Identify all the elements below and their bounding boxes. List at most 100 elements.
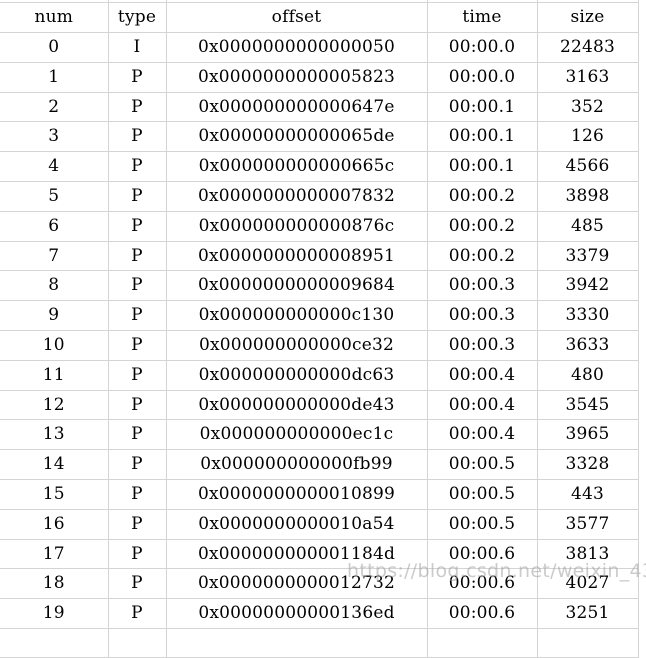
table-row: 12 P 0x000000000000de43 00:00.4 3545: [0, 390, 639, 421]
cell-num: 1: [0, 62, 109, 93]
table-row: 8 P 0x0000000000009684 00:00.3 3942: [0, 270, 639, 302]
column-header-type[interactable]: type: [108, 2, 167, 34]
cell-blank: [537, 628, 639, 658]
cell-time: 00:00.3: [427, 330, 538, 361]
cell-time: 00:00.0: [427, 32, 538, 63]
table-data-rows: 0 I 0x0000000000000050 00:00.0 22483 1 P 0x0000…: [0, 32, 639, 630]
cell-size: 4027: [537, 568, 639, 600]
cell-size: 443: [537, 479, 639, 510]
cell-type: P: [108, 509, 167, 540]
cell-blank: [108, 628, 167, 658]
cell-num: 17: [0, 539, 109, 570]
cell-blank: [166, 628, 428, 658]
cell-size: 3545: [537, 390, 639, 421]
cell-offset: 0x0000000000005823: [166, 62, 428, 93]
cell-offset: 0x000000000000876c: [166, 211, 428, 242]
cell-time: 00:00.2: [427, 241, 538, 272]
cell-size: 3813: [537, 539, 639, 570]
cell-time: 00:00.1: [427, 151, 538, 183]
cell-type: P: [108, 270, 167, 302]
table-header-row: num type offset time size: [0, 2, 639, 34]
table-row: 6 P 0x000000000000876c 00:00.2 485: [0, 211, 639, 242]
column-header-size[interactable]: size: [537, 2, 639, 34]
cell-num: 18: [0, 568, 109, 600]
cell-num: 10: [0, 330, 109, 361]
cell-offset: 0x0000000000010a54: [166, 509, 428, 540]
cell-size: 3328: [537, 449, 639, 481]
cell-time: 00:00.1: [427, 121, 538, 153]
cell-num: 9: [0, 300, 109, 332]
cell-type: P: [108, 151, 167, 183]
table-row: 3 P 0x00000000000065de 00:00.1 126: [0, 121, 639, 153]
cell-type: P: [108, 241, 167, 272]
cell-type: P: [108, 568, 167, 600]
table-body: num type offset time size: [0, 0, 639, 34]
cell-offset: 0x000000000000c130: [166, 300, 428, 332]
cell-type: I: [108, 32, 167, 63]
cell-num: 2: [0, 92, 109, 123]
cell-type: P: [108, 300, 167, 332]
column-header-num[interactable]: num: [0, 2, 109, 34]
cell-num: 6: [0, 211, 109, 242]
cell-offset: 0x0000000000009684: [166, 270, 428, 302]
cell-time: 00:00.4: [427, 390, 538, 421]
cell-size: 3379: [537, 241, 639, 272]
column-header-offset[interactable]: offset: [166, 2, 428, 34]
cell-size: 3633: [537, 330, 639, 361]
cell-type: P: [108, 121, 167, 153]
table-row: 16 P 0x0000000000010a54 00:00.5 3577: [0, 509, 639, 540]
cell-num: 8: [0, 270, 109, 302]
cell-type: P: [108, 330, 167, 361]
table-row: 7 P 0x0000000000008951 00:00.2 3379: [0, 241, 639, 272]
cell-type: P: [108, 419, 167, 451]
cell-time: 00:00.4: [427, 360, 538, 391]
cell-time: 00:00.5: [427, 449, 538, 481]
cell-type: P: [108, 449, 167, 481]
cell-size: 22483: [537, 32, 639, 63]
cell-time: 00:00.4: [427, 419, 538, 451]
cell-size: 480: [537, 360, 639, 391]
table-row: 5 P 0x0000000000007832 00:00.2 3898: [0, 181, 639, 212]
cell-num: 11: [0, 360, 109, 391]
cell-offset: 0x0000000000008951: [166, 241, 428, 272]
table-row: 13 P 0x000000000000ec1c 00:00.4 3965: [0, 419, 639, 451]
table-row: 9 P 0x000000000000c130 00:00.3 3330: [0, 300, 639, 332]
cell-num: 5: [0, 181, 109, 212]
cell-offset: 0x00000000000136ed: [166, 598, 428, 630]
table-row: 18 P 0x0000000000012732 00:00.6 4027: [0, 568, 639, 600]
table-row: 4 P 0x000000000000665c 00:00.1 4566: [0, 151, 639, 183]
cell-time: 00:00.5: [427, 479, 538, 510]
cell-num: 16: [0, 509, 109, 540]
cell-size: 3330: [537, 300, 639, 332]
table-row: 14 P 0x000000000000fb99 00:00.5 3328: [0, 449, 639, 481]
cell-time: 00:00.0: [427, 62, 538, 93]
cell-type: P: [108, 211, 167, 242]
cell-offset: 0x0000000000010899: [166, 479, 428, 510]
cell-offset: 0x0000000000007832: [166, 181, 428, 212]
cell-blank: [427, 628, 538, 658]
cell-num: 4: [0, 151, 109, 183]
cell-num: 19: [0, 598, 109, 630]
cell-offset: 0x000000000000dc63: [166, 360, 428, 391]
cell-time: 00:00.2: [427, 211, 538, 242]
cell-offset: 0x000000000000647e: [166, 92, 428, 123]
cell-type: P: [108, 390, 167, 421]
cell-size: 3965: [537, 419, 639, 451]
cell-num: 13: [0, 419, 109, 451]
table-row: 11 P 0x000000000000dc63 00:00.4 480: [0, 360, 639, 391]
cell-num: 15: [0, 479, 109, 510]
cell-size: 126: [537, 121, 639, 153]
cell-type: P: [108, 539, 167, 570]
table-row: 0 I 0x0000000000000050 00:00.0 22483: [0, 32, 639, 63]
column-header-time[interactable]: time: [427, 2, 538, 34]
table-row: 10 P 0x000000000000ce32 00:00.3 3633: [0, 330, 639, 361]
cell-time: 00:00.2: [427, 181, 538, 212]
cell-time: 00:00.6: [427, 598, 538, 630]
cell-type: P: [108, 360, 167, 391]
cell-blank: [0, 628, 109, 658]
table-row: 15 P 0x0000000000010899 00:00.5 443: [0, 479, 639, 510]
table-row-partial-bottom: [0, 628, 639, 658]
cell-time: 00:00.5: [427, 509, 538, 540]
cell-offset: 0x000000000000ec1c: [166, 419, 428, 451]
cell-num: 12: [0, 390, 109, 421]
